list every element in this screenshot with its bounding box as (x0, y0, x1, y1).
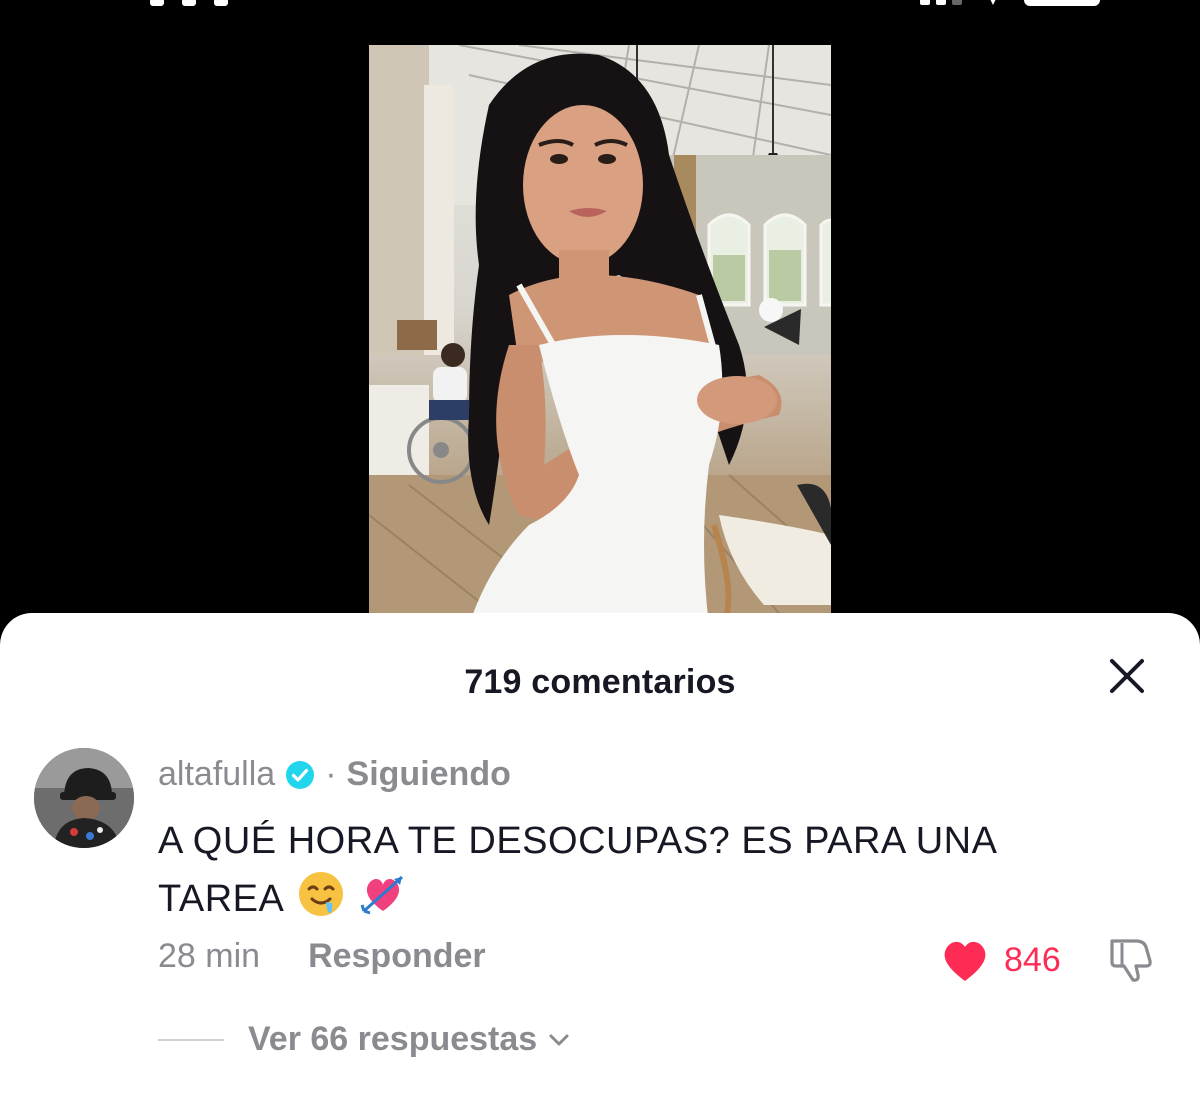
view-replies-label: Ver 66 respuestas (248, 1020, 538, 1058)
signal-icon (920, 0, 962, 5)
wifi-icon (986, 0, 1000, 5)
comments-sheet: 719 comentarios altafulla · Siguiendo A … (0, 613, 1200, 1105)
chevron-down-icon (549, 1034, 569, 1045)
battery-icon (1024, 0, 1100, 6)
avatar-image (34, 748, 134, 848)
close-icon (1110, 659, 1144, 693)
avatar[interactable] (34, 748, 134, 848)
close-button[interactable] (1102, 651, 1152, 701)
video-player[interactable] (369, 45, 831, 625)
heart-with-arrow-emoji (360, 875, 404, 915)
header-separator: · (325, 755, 337, 793)
reply-button[interactable]: Responder (308, 937, 486, 976)
view-replies-button[interactable]: Ver 66 respuestas (158, 1020, 571, 1059)
status-icons (920, 0, 1100, 6)
comment-timestamp: 28 min (158, 937, 261, 975)
comment-username[interactable]: altafulla (158, 755, 275, 794)
video-frame-image (369, 45, 831, 625)
comment-header: altafulla · Siguiendo (158, 755, 511, 794)
drooling-face-emoji (299, 872, 344, 916)
like-count: 846 (1004, 940, 1061, 979)
comments-count-title: 719 comentarios (464, 663, 736, 701)
comment-body: A QUÉ HORA TE DESOCUPAS? ES PARA UNA TAR… (158, 820, 996, 920)
thumbs-down-icon (1110, 939, 1152, 982)
dislike-button[interactable] (1106, 933, 1158, 985)
heart-filled-icon (944, 941, 986, 981)
follow-status-label: Siguiendo (346, 755, 511, 793)
comment-meta: 28 min Responder (158, 937, 486, 976)
status-time (150, 0, 228, 6)
verified-badge-icon (286, 760, 315, 789)
comment-text: A QUÉ HORA TE DESOCUPAS? ES PARA UNA TAR… (158, 813, 1098, 927)
like-button[interactable]: 846 (940, 937, 1061, 983)
replies-divider (158, 1038, 224, 1041)
tiktok-screen: 719 comentarios altafulla · Siguiendo A … (0, 0, 1200, 1105)
